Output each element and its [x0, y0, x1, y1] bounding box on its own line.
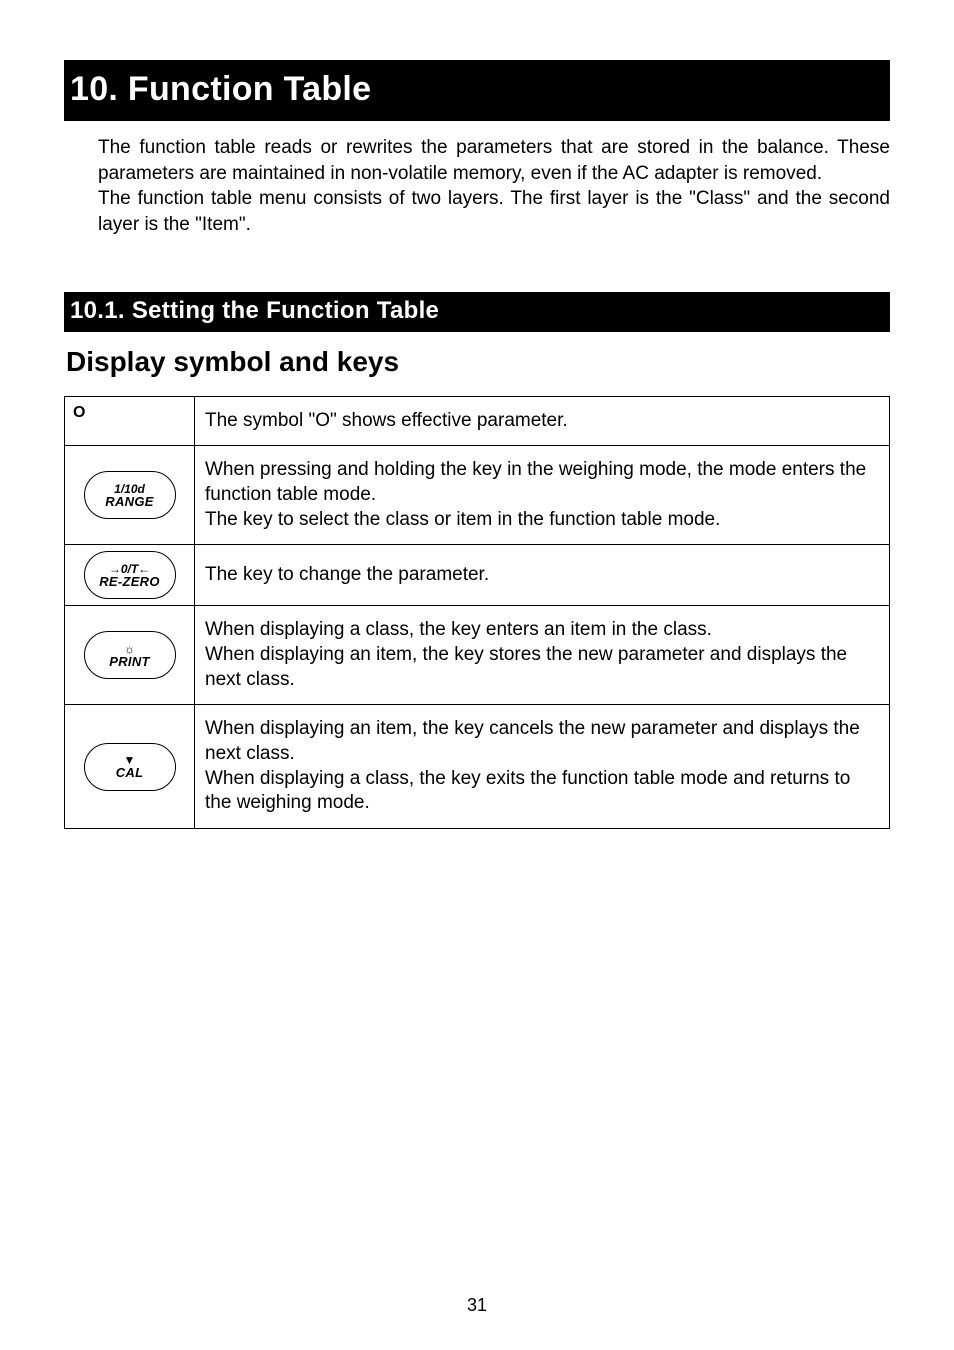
- symbol-description: The symbol "O" shows effective parameter…: [195, 396, 890, 446]
- table-row: 1/10d RANGE When pressing and holding th…: [65, 446, 890, 545]
- cal-key: ▼ CAL: [84, 743, 176, 791]
- effective-parameter-symbol: O: [69, 403, 190, 424]
- key-cell: ☼ PRINT: [65, 606, 195, 705]
- print-key-desc-line1: When displaying a class, the key enters …: [205, 619, 712, 640]
- range-key-bottom-label: RANGE: [105, 495, 153, 508]
- range-key-desc-line1: When pressing and holding the key in the…: [205, 459, 866, 505]
- range-key: 1/10d RANGE: [84, 471, 176, 519]
- table-row: O The symbol "O" shows effective paramet…: [65, 396, 890, 446]
- cal-key-description: When displaying an item, the key cancels…: [195, 705, 890, 829]
- range-key-desc-line2: The key to select the class or item in t…: [205, 509, 720, 530]
- chapter-title: 10. Function Table: [70, 70, 371, 108]
- range-key-top-label: 1/10d: [114, 483, 145, 495]
- key-cell: 1/10d RANGE: [65, 446, 195, 545]
- cal-key-bottom-label: CAL: [116, 766, 144, 779]
- rezero-key-description: The key to change the parameter.: [195, 545, 890, 606]
- intro-paragraph-2: The function table menu consists of two …: [98, 186, 890, 237]
- section-title-bar: 10.1. Setting the Function Table: [64, 292, 890, 332]
- table-row: ▼ CAL When displaying an item, the key c…: [65, 705, 890, 829]
- range-key-description: When pressing and holding the key in the…: [195, 446, 890, 545]
- intro-block: The function table reads or rewrites the…: [98, 135, 890, 238]
- print-key: ☼ PRINT: [84, 631, 176, 679]
- key-cell: →0/T← RE-ZERO: [65, 545, 195, 606]
- rezero-key: →0/T← RE-ZERO: [84, 551, 176, 599]
- rezero-key-top-label: →0/T←: [109, 563, 150, 575]
- cal-key-desc-line1: When displaying an item, the key cancels…: [205, 718, 860, 764]
- key-cell: ▼ CAL: [65, 705, 195, 829]
- table-row: →0/T← RE-ZERO The key to change the para…: [65, 545, 890, 606]
- cal-key-desc-line2: When displaying a class, the key exits t…: [205, 768, 850, 814]
- print-key-bottom-label: PRINT: [109, 655, 150, 668]
- rezero-key-bottom-label: RE-ZERO: [99, 575, 160, 588]
- page-number: 31: [0, 1295, 954, 1316]
- keys-table: O The symbol "O" shows effective paramet…: [64, 396, 890, 830]
- intro-paragraph-1: The function table reads or rewrites the…: [98, 135, 890, 186]
- symbol-cell: O: [65, 396, 195, 446]
- chapter-title-bar: 10. Function Table: [64, 60, 890, 121]
- section-title: 10.1. Setting the Function Table: [70, 297, 439, 324]
- table-row: ☼ PRINT When displaying a class, the key…: [65, 606, 890, 705]
- print-key-description: When displaying a class, the key enters …: [195, 606, 890, 705]
- print-key-desc-line2: When displaying an item, the key stores …: [205, 644, 847, 690]
- subheading: Display symbol and keys: [66, 346, 890, 378]
